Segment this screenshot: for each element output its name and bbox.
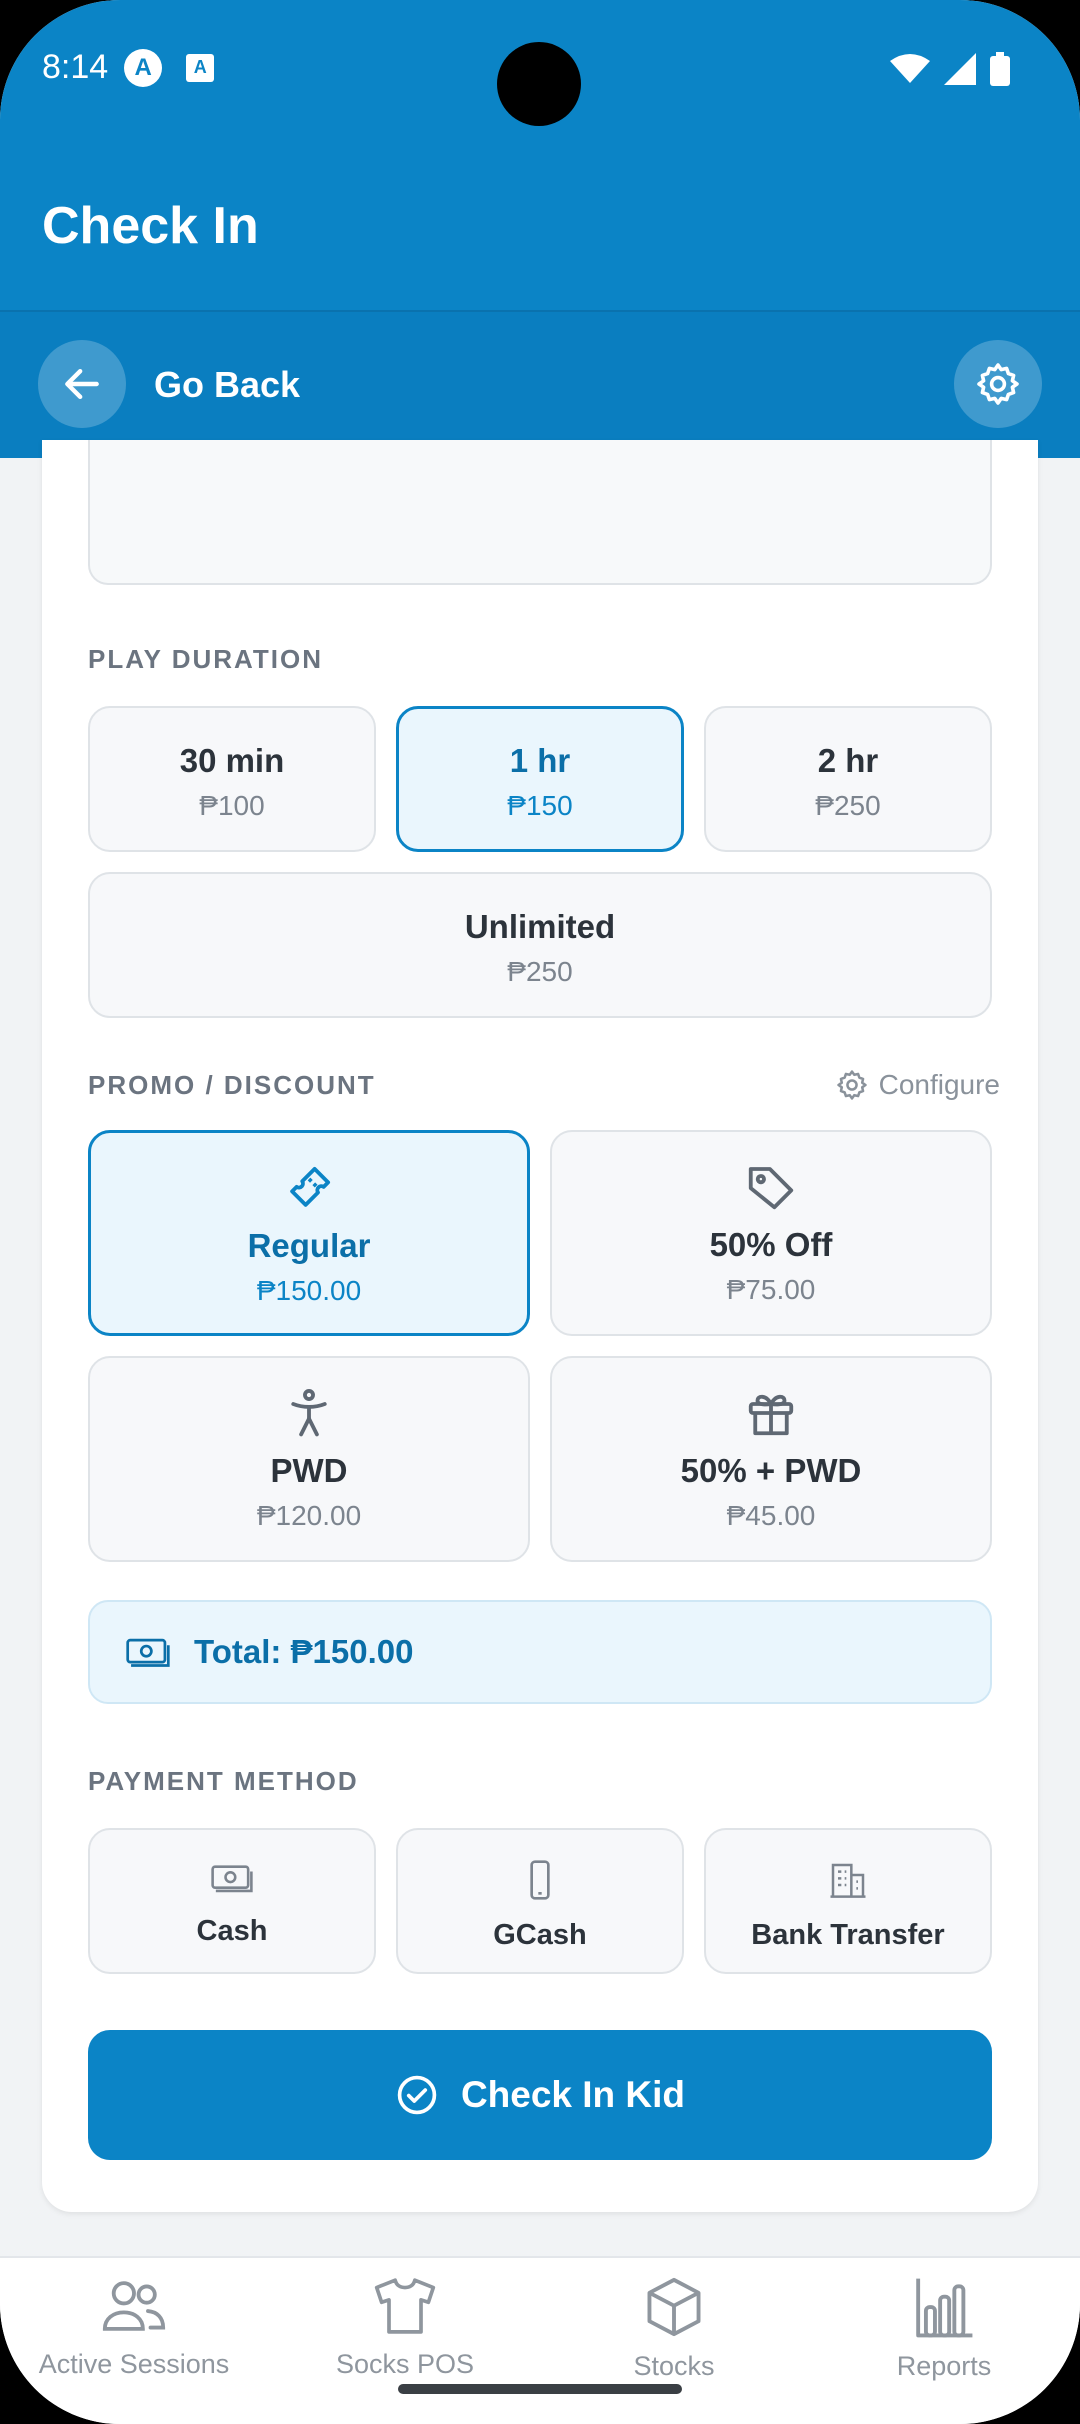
signal-icon: [944, 53, 976, 85]
promo-name: Regular: [247, 1227, 371, 1264]
total-banner: Total: ₱150.00: [88, 1600, 992, 1704]
duration-option-2hr[interactable]: 2 hr ₱250: [704, 706, 992, 852]
promo-price: ₱120.00: [256, 1500, 362, 1531]
check-circle-icon: [397, 2075, 437, 2115]
duration-option-unlimited[interactable]: Unlimited ₱250: [88, 872, 992, 1018]
status-bar-left: 8:14 A A: [42, 48, 215, 87]
check-in-kid-label: Check In Kid: [460, 2074, 686, 2115]
status-time: 8:14: [42, 48, 109, 86]
shirt-icon: [374, 2278, 436, 2334]
duration-name: 2 hr: [817, 742, 879, 779]
checkin-form-card: PLAY DURATION 30 min ₱100 1 hr ₱150 2 hr…: [42, 440, 1038, 2212]
tag-icon: [748, 1167, 794, 1210]
duration-name: 1 hr: [509, 742, 571, 779]
promo-price: ₱45.00: [726, 1500, 816, 1531]
duration-price: ₱250: [815, 790, 881, 821]
camera-cutout: [497, 42, 581, 126]
nav-label: Reports: [896, 2351, 992, 2381]
gift-icon: [748, 1394, 794, 1436]
payment-option-bank-transfer[interactable]: Bank Transfer: [704, 1828, 992, 1974]
phone-icon: [530, 1860, 550, 1900]
app-notification-icon: A: [124, 48, 163, 87]
duration-price: ₱100: [199, 790, 265, 821]
promo-option-regular[interactable]: Regular ₱150.00: [88, 1130, 530, 1336]
page-title: Check In: [42, 197, 259, 255]
promo-option-pwd[interactable]: PWD ₱120.00: [88, 1356, 530, 1562]
nav-label: Stocks: [633, 2351, 715, 2381]
nav-item-reports[interactable]: Reports: [834, 2276, 1054, 2382]
cash-icon: [126, 1638, 170, 1667]
promo-label: PROMO / DISCOUNT: [88, 1070, 376, 1100]
payment-option-cash[interactable]: Cash: [88, 1828, 376, 1974]
promo-option-50-off[interactable]: 50% Off ₱75.00: [550, 1130, 992, 1336]
promo-option-50-pwd[interactable]: 50% + PWD ₱45.00: [550, 1356, 992, 1562]
duration-name: 30 min: [179, 742, 285, 779]
home-indicator[interactable]: [398, 2384, 682, 2394]
payment-name: Cash: [196, 1915, 268, 1947]
payment-method-label: PAYMENT METHOD: [88, 1766, 359, 1796]
total-label: Total: ₱150.00: [194, 1633, 414, 1670]
screen: 8:14 A A Check In Go Back PLAY DURATION …: [0, 0, 1080, 2424]
back-button[interactable]: [38, 340, 126, 428]
bottom-navigation: Active Sessions Socks POS Stocks Reports: [0, 2256, 1080, 2424]
payment-name: Bank Transfer: [751, 1919, 945, 1951]
promo-name: 50% + PWD: [680, 1452, 862, 1489]
play-duration-label: PLAY DURATION: [88, 644, 323, 674]
promo-name: 50% Off: [709, 1226, 833, 1263]
duration-price: ₱250: [507, 956, 573, 987]
battery-icon: [990, 52, 1010, 86]
configure-label: Configure: [878, 1069, 1000, 1100]
arrow-left-icon: [65, 368, 99, 400]
nav-item-socks-pos[interactable]: Socks POS: [295, 2276, 515, 2380]
promo-price: ₱150.00: [256, 1275, 362, 1306]
app-header: 8:14 A A Check In: [0, 0, 1080, 310]
duration-option-30min[interactable]: 30 min ₱100: [88, 706, 376, 852]
settings-button[interactable]: [954, 340, 1042, 428]
building-icon: [830, 1863, 866, 1898]
nav-label: Socks POS: [335, 2349, 475, 2379]
nav-subbar: Go Back: [0, 310, 1080, 458]
nav-label: Active Sessions: [38, 2349, 230, 2379]
box-icon: [647, 2277, 701, 2337]
accessibility-icon: [291, 1389, 327, 1437]
gear-icon: [836, 1070, 867, 1100]
duration-price: ₱150: [507, 790, 573, 821]
configure-link[interactable]: Configure: [835, 1068, 1000, 1102]
back-label[interactable]: Go Back: [154, 364, 300, 406]
wifi-icon: [890, 54, 930, 83]
gear-icon: [977, 363, 1019, 405]
payment-name: GCash: [493, 1919, 587, 1951]
bar-chart-icon: [916, 2278, 973, 2338]
promo-name: PWD: [270, 1452, 348, 1489]
nav-item-active-sessions[interactable]: Active Sessions: [24, 2276, 244, 2380]
check-in-kid-button[interactable]: Check In Kid: [88, 2030, 992, 2160]
ticket-icon: [290, 1166, 331, 1207]
nav-item-stocks[interactable]: Stocks: [564, 2276, 784, 2382]
promo-price: ₱75.00: [726, 1274, 816, 1305]
status-bar-right: [890, 52, 1010, 86]
cash-icon: [211, 1865, 253, 1893]
payment-option-gcash[interactable]: GCash: [396, 1828, 684, 1974]
notes-textarea[interactable]: [88, 440, 992, 585]
translate-notification-icon: A: [186, 53, 215, 82]
duration-option-1hr[interactable]: 1 hr ₱150: [396, 706, 684, 852]
users-icon: [102, 2281, 166, 2331]
duration-name: Unlimited: [464, 908, 616, 945]
